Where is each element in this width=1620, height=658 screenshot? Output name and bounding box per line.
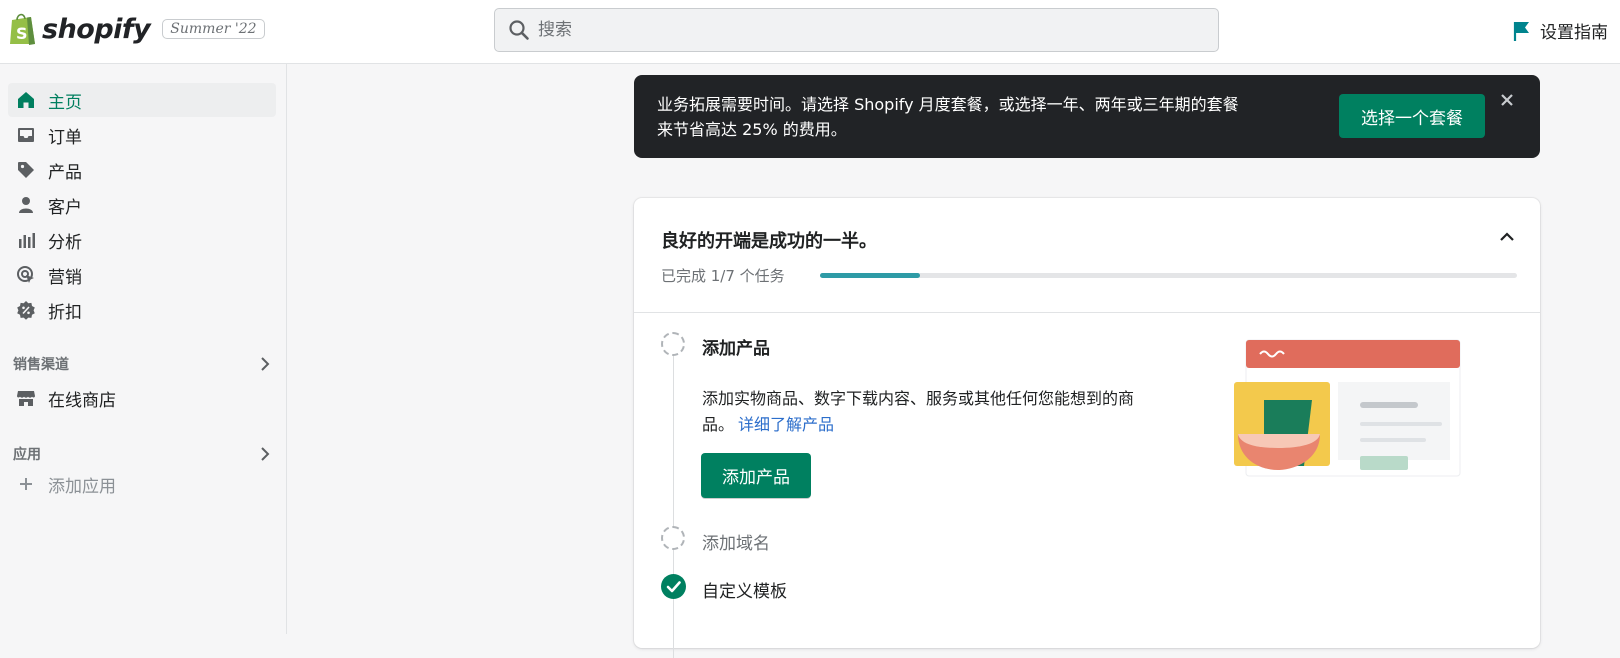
apps-header[interactable]: 应用 [13, 443, 271, 465]
inbox-icon [18, 128, 34, 142]
product-illustration [1234, 339, 1461, 477]
search-input[interactable] [538, 10, 1198, 50]
add-app-label: 添加应用 [48, 476, 116, 497]
setup-guide-label: 设置指南 [1540, 23, 1608, 43]
person-icon [19, 197, 33, 213]
sales-channels-heading: 销售渠道 [13, 357, 69, 373]
edition-badge: Summer '22 [162, 19, 265, 39]
sidebar-item-discounts[interactable]: 折扣 [8, 293, 276, 327]
target-icon [17, 266, 34, 283]
progress-text: 已完成 1/7 个任务 [661, 267, 785, 285]
sidebar-item-products[interactable]: 产品 [8, 153, 276, 187]
card-divider [634, 312, 1540, 313]
sidebar-item-analytics[interactable]: 分析 [8, 223, 276, 257]
step-title-add-product[interactable]: 添加产品 [702, 334, 770, 359]
search-bar[interactable] [494, 8, 1219, 52]
top-bar: S shopify Summer '22 设置指南 [0, 0, 1620, 64]
apps-heading: 应用 [13, 447, 41, 463]
plus-icon [20, 478, 32, 490]
sidebar-item-label: 分析 [48, 232, 82, 253]
sidebar-item-label: 产品 [48, 162, 82, 183]
step-title-customize-theme[interactable]: 自定义模板 [702, 577, 787, 602]
brand-name: shopify [42, 13, 151, 45]
search-icon [509, 20, 529, 40]
sidebar-item-label: 折扣 [48, 302, 82, 323]
plan-promo-banner: 业务拓展需要时间。请选择 Shopify 月度套餐，或选择一年、两年或三年期的套… [634, 75, 1540, 158]
step-description: 添加实物商品、数字下载内容、服务或其他任何您能想到的商 品。 详细了解产品 [702, 386, 1192, 438]
sidebar-item-label: 订单 [48, 127, 82, 148]
choose-plan-button[interactable]: 选择一个套餐 [1339, 94, 1485, 138]
sidebar-item-customers[interactable]: 客户 [8, 188, 276, 222]
timeline-line [673, 338, 674, 658]
sidebar-item-orders[interactable]: 订单 [8, 118, 276, 152]
step-pending-icon[interactable] [661, 332, 685, 356]
add-product-button[interactable]: 添加产品 [701, 453, 811, 498]
sidebar-item-label: 主页 [48, 92, 82, 113]
shopify-bag-icon: S [10, 13, 35, 45]
step-pending-icon[interactable] [661, 526, 685, 550]
chevron-up-icon[interactable] [1496, 226, 1518, 248]
step-description-line-1: 添加实物商品、数字下载内容、服务或其他任何您能想到的商 [702, 389, 1135, 408]
step-description-line-2: 品。 [702, 415, 735, 434]
sidebar: 主页 订单 产品 客户 分析 营销 折扣 销售渠道 在线商店 应用 添加应用 [0, 64, 287, 634]
progress-bar [820, 273, 1517, 278]
chevron-right-icon [261, 357, 270, 371]
tag-icon [18, 162, 34, 178]
learn-more-products-link[interactable]: 详细了解产品 [738, 415, 834, 434]
banner-message-line-2: 来节省高达 25% 的费用。 [657, 120, 847, 139]
close-icon[interactable] [1496, 89, 1518, 111]
flag-icon [1513, 21, 1529, 41]
setup-guide-card: 良好的开端是成功的一半。 已完成 1/7 个任务 添加产品 添加实物商品、数字下… [634, 198, 1540, 658]
shopify-logo[interactable]: S shopify Summer '22 [8, 11, 265, 47]
setup-guide-button[interactable]: 设置指南 [1512, 18, 1608, 43]
check-circle-icon[interactable] [661, 574, 686, 599]
sidebar-item-label: 在线商店 [48, 390, 116, 411]
home-icon [18, 92, 34, 108]
sales-channels-header[interactable]: 销售渠道 [13, 353, 271, 375]
sidebar-item-online-store[interactable]: 在线商店 [8, 381, 276, 415]
svg-text:S: S [16, 24, 28, 43]
step-title-add-domain[interactable]: 添加域名 [702, 529, 770, 554]
progress-bar-fill [820, 273, 920, 278]
chevron-right-icon [261, 447, 270, 461]
sidebar-item-label: 营销 [48, 267, 82, 288]
add-app-button[interactable]: 添加应用 [8, 467, 276, 501]
sidebar-item-home[interactable]: 主页 [8, 83, 276, 117]
card-title: 良好的开端是成功的一半。 [661, 231, 877, 252]
sidebar-item-label: 客户 [48, 197, 82, 218]
sidebar-item-marketing[interactable]: 营销 [8, 258, 276, 292]
banner-message: 业务拓展需要时间。请选择 Shopify 月度套餐，或选择一年、两年或三年期的套… [657, 92, 1317, 142]
store-icon [17, 391, 35, 406]
banner-message-line-1: 业务拓展需要时间。请选择 Shopify 月度套餐，或选择一年、两年或三年期的套… [657, 95, 1239, 114]
discount-icon [17, 301, 35, 320]
bar-chart-icon [19, 233, 35, 248]
